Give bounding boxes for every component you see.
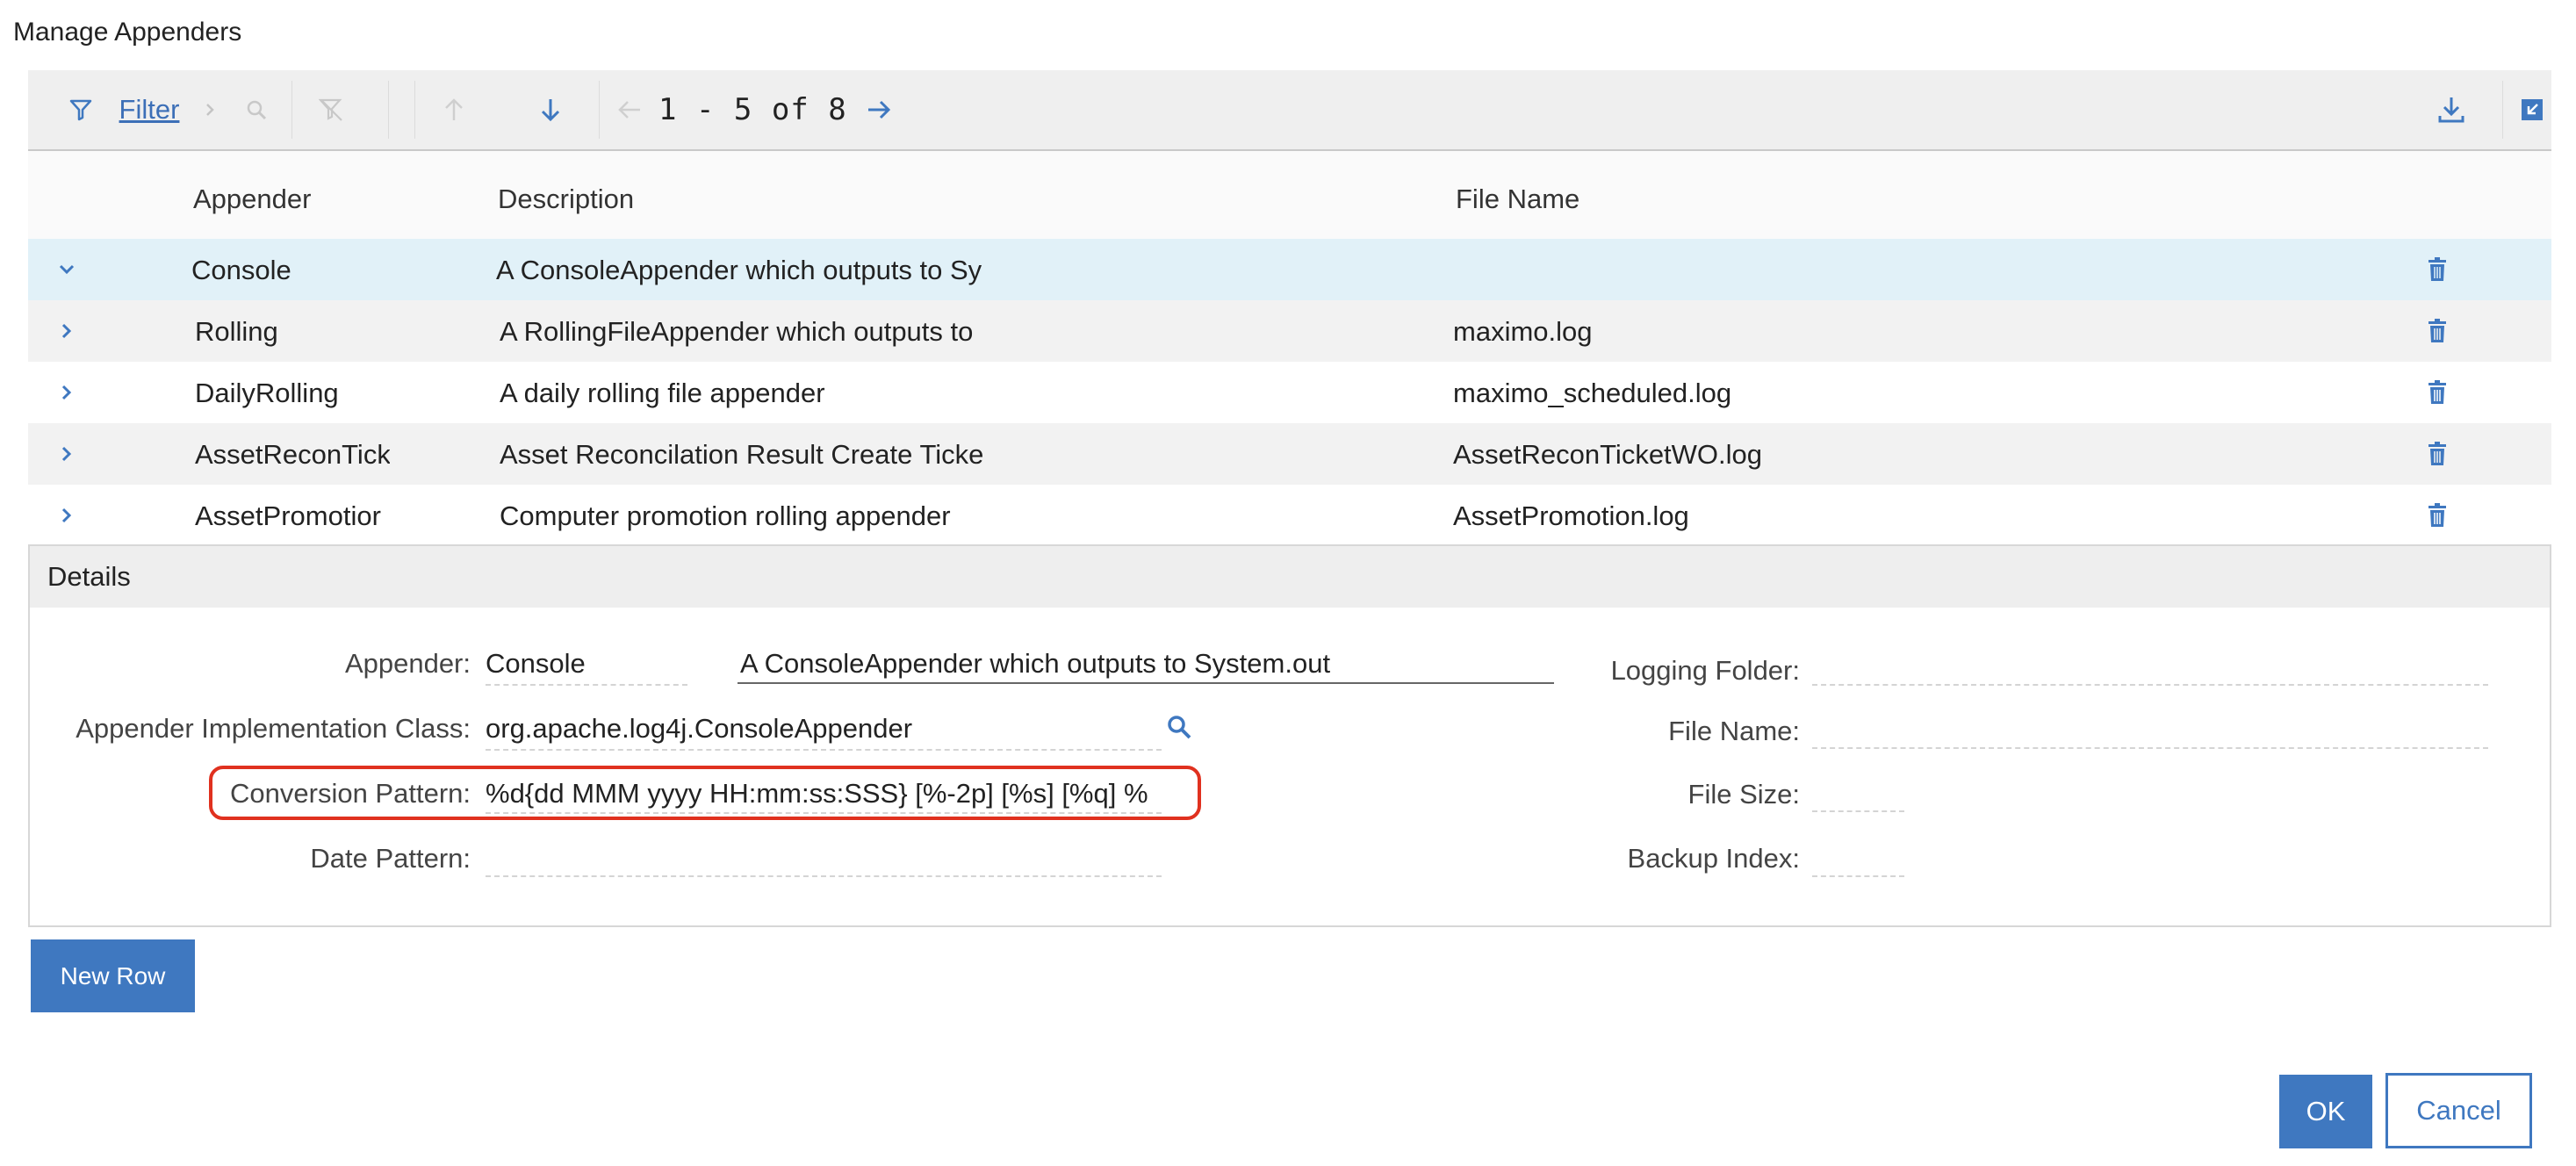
date-pattern-label: Date Pattern: — [310, 843, 471, 874]
table-row[interactable]: Console A ConsoleAppender which outputs … — [28, 239, 2551, 302]
file-name-cell: maximo_scheduled.log — [1453, 378, 1732, 408]
file-name-label: File Name: — [1668, 716, 1800, 746]
search-icon[interactable] — [1163, 711, 1195, 743]
trash-icon[interactable] — [2420, 313, 2455, 349]
column-header-file-name[interactable]: File Name — [1456, 151, 1579, 239]
ok-button[interactable]: OK — [2279, 1075, 2372, 1148]
search-icon[interactable] — [239, 70, 274, 149]
filter-link[interactable]: Filter — [114, 70, 184, 149]
logging-folder-label: Logging Folder: — [1610, 655, 1800, 686]
appender-cell: Rolling — [195, 316, 278, 347]
clear-filter-icon[interactable] — [309, 70, 353, 149]
pager-wrap: 1 - 5 of 8 — [658, 70, 852, 149]
file-name-cell: maximo.log — [1453, 316, 1593, 347]
arrow-up-icon[interactable] — [432, 70, 476, 149]
description-cell[interactable]: A ConsoleAppender which outputs to Sy — [496, 239, 1032, 302]
cancel-button[interactable]: Cancel — [2385, 1073, 2532, 1148]
implementation-class-label: Appender Implementation Class: — [76, 713, 471, 744]
appender-cell[interactable]: Console — [191, 239, 393, 301]
chevron-right-icon[interactable] — [197, 70, 223, 149]
description-cell: A daily rolling file appender — [500, 378, 825, 408]
backup-index-label: Backup Index: — [1627, 843, 1800, 874]
pager-text: 1 - 5 of 8 — [658, 92, 847, 127]
conversion-pattern-highlight — [209, 766, 1201, 820]
appender-field[interactable]: Console — [486, 648, 679, 680]
arrow-down-icon[interactable] — [529, 70, 572, 149]
column-header-description[interactable]: Description — [498, 151, 634, 239]
dialog-title: Manage Appenders — [13, 18, 242, 47]
chevron-down-icon[interactable] — [49, 252, 84, 287]
file-size-label: File Size: — [1687, 779, 1800, 810]
filter-label[interactable]: Filter — [119, 94, 180, 126]
chevron-right-icon[interactable] — [49, 498, 84, 533]
new-row-button[interactable]: New Row — [31, 939, 195, 1012]
appender-cell: AssetReconTick — [195, 439, 390, 470]
table-row[interactable]: Rolling A RollingFileAppender which outp… — [28, 300, 2551, 362]
arrow-right-icon[interactable] — [857, 70, 901, 149]
arrow-left-icon[interactable] — [608, 70, 651, 149]
column-header-appender[interactable]: Appender — [193, 151, 311, 239]
appender-description-field[interactable]: A ConsoleAppender which outputs to Syste… — [740, 648, 1551, 680]
appender-label: Appender: — [344, 648, 471, 679]
table-row[interactable]: AssetPromotior Computer promotion rollin… — [28, 485, 2551, 546]
appender-cell: DailyRolling — [195, 378, 339, 408]
description-cell: A RollingFileAppender which outputs to — [500, 316, 974, 347]
details-title: Details — [47, 561, 131, 592]
collapse-table-icon[interactable] — [2513, 70, 2551, 149]
chevron-right-icon[interactable] — [49, 375, 84, 410]
details-header: Details — [30, 546, 2550, 608]
file-name-cell: AssetReconTicketWO.log — [1453, 439, 1763, 470]
trash-icon[interactable] — [2420, 252, 2455, 287]
trash-icon[interactable] — [2420, 436, 2455, 471]
file-name-cell — [1453, 239, 1980, 300]
table-header: Appender Description File Name — [28, 151, 2551, 239]
table-row[interactable]: AssetReconTick Asset Reconcilation Resul… — [28, 423, 2551, 485]
chevron-right-icon[interactable] — [49, 313, 84, 349]
description-cell: Asset Reconcilation Result Create Ticke — [500, 439, 984, 470]
chevron-right-icon[interactable] — [49, 436, 84, 471]
table-row[interactable]: DailyRolling A daily rolling file append… — [28, 362, 2551, 423]
trash-icon[interactable] — [2420, 375, 2455, 410]
file-name-cell: AssetPromotion.log — [1453, 500, 1689, 531]
implementation-class-field[interactable]: org.apache.log4j.ConsoleAppender — [486, 713, 1153, 745]
trash-icon[interactable] — [2420, 498, 2455, 533]
table-toolbar: Filter 1 - 5 of 8 — [28, 70, 2551, 151]
download-icon[interactable] — [2425, 70, 2478, 149]
filter-icon[interactable] — [63, 70, 98, 149]
description-cell: Computer promotion rolling appender — [500, 500, 951, 531]
appender-cell: AssetPromotior — [195, 500, 381, 531]
